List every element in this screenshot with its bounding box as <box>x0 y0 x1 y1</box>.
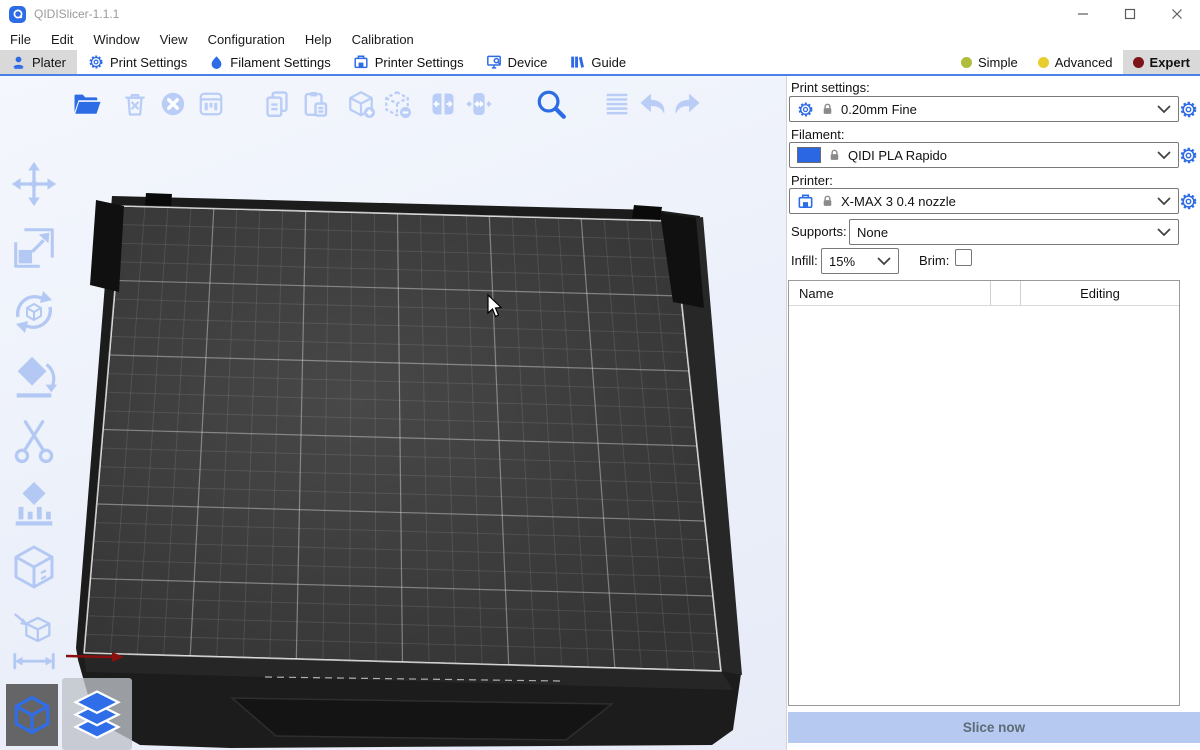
window-controls <box>1059 0 1200 28</box>
menu-calibration[interactable]: Calibration <box>342 32 424 47</box>
filament-label: Filament: <box>791 127 844 142</box>
printer-select[interactable]: X-MAX 3 0.4 nozzle <box>789 188 1179 214</box>
tab-printer-settings[interactable]: Printer Settings <box>342 50 475 74</box>
delete-all-icon[interactable] <box>157 85 189 123</box>
filament-select[interactable]: QIDI PLA Rapido <box>789 142 1179 168</box>
print-settings-select[interactable]: 0.20mm Fine <box>789 96 1179 122</box>
books-icon <box>569 54 585 70</box>
preview-view-button[interactable] <box>62 678 132 750</box>
menu-window[interactable]: Window <box>83 32 149 47</box>
undo-icon[interactable] <box>637 85 669 123</box>
print-settings-gear-icon[interactable] <box>1179 100 1198 119</box>
minimize-button[interactable] <box>1059 0 1106 28</box>
menu-file[interactable]: File <box>0 32 41 47</box>
3d-cube-icon <box>11 694 53 736</box>
mode-selector: Simple Advanced Expert <box>951 50 1200 74</box>
move-icon[interactable] <box>4 152 64 216</box>
gizmo-toolbar <box>3 152 65 682</box>
title-bar: QIDISlicer-1.1.1 <box>0 0 1200 28</box>
main-toolbar <box>68 83 703 125</box>
mode-simple[interactable]: Simple <box>951 50 1028 74</box>
filament-color-swatch <box>797 147 821 163</box>
device-monitor-icon <box>486 54 502 70</box>
maximize-button[interactable] <box>1106 0 1153 28</box>
lock-icon <box>821 102 834 116</box>
seam-painting-icon[interactable] <box>4 536 64 600</box>
tab-device[interactable]: Device <box>475 50 559 74</box>
redo-icon[interactable] <box>671 85 703 123</box>
lock-icon <box>821 194 834 208</box>
open-folder-icon[interactable] <box>71 85 103 123</box>
cut-icon[interactable] <box>4 408 64 472</box>
brim-checkbox[interactable] <box>955 249 972 266</box>
measure-icon[interactable] <box>4 600 64 682</box>
printer-label: Printer: <box>791 173 833 188</box>
remove-instance-icon[interactable] <box>381 85 413 123</box>
column-name: Name <box>789 281 991 305</box>
paste-icon[interactable] <box>299 85 331 123</box>
simple-dot-icon <box>961 57 972 68</box>
place-on-face-icon[interactable] <box>4 344 64 408</box>
chevron-down-icon <box>1157 197 1171 206</box>
variable-layer-height-icon[interactable] <box>601 85 633 123</box>
menu-view[interactable]: View <box>150 32 198 47</box>
advanced-dot-icon <box>1038 57 1049 68</box>
chevron-down-icon <box>1157 105 1171 114</box>
tab-bar: Plater Print Settings Filament Settings … <box>0 50 1200 76</box>
chevron-down-icon <box>1157 151 1171 160</box>
infill-select[interactable]: 15% <box>821 248 899 274</box>
add-instance-icon[interactable] <box>345 85 377 123</box>
viewport-3d[interactable] <box>0 76 786 750</box>
brim-label: Brim: <box>919 253 949 268</box>
column-editing: Editing <box>1021 281 1179 305</box>
chevron-down-icon <box>877 257 891 266</box>
supports-label: Supports: <box>791 224 847 239</box>
plater-bust-icon <box>11 55 26 70</box>
menu-bar: File Edit Window View Configuration Help… <box>0 28 1200 50</box>
expert-dot-icon <box>1133 57 1144 68</box>
column-mini <box>991 281 1021 305</box>
menu-help[interactable]: Help <box>295 32 342 47</box>
printer-icon <box>353 54 369 70</box>
object-list: Name Editing <box>788 280 1180 706</box>
gear-icon <box>88 54 104 70</box>
print-settings-label: Print settings: <box>791 80 870 95</box>
app-logo-icon <box>9 6 26 23</box>
printer-gear-icon[interactable] <box>1179 192 1198 211</box>
search-icon[interactable] <box>535 85 567 123</box>
menu-configuration[interactable]: Configuration <box>198 32 295 47</box>
arrange-icon[interactable] <box>195 85 227 123</box>
split-parts-icon[interactable] <box>463 85 495 123</box>
print-bed-scene <box>0 76 786 750</box>
supports-select[interactable]: None <box>849 219 1179 245</box>
tab-guide[interactable]: Guide <box>558 50 637 74</box>
tab-plater[interactable]: Plater <box>0 50 77 74</box>
layers-icon <box>70 687 124 741</box>
chevron-down-icon <box>1157 228 1171 237</box>
copy-icon[interactable] <box>261 85 293 123</box>
editor-view-button[interactable] <box>6 684 58 746</box>
scale-icon[interactable] <box>4 216 64 280</box>
settings-panel: Print settings: 0.20mm Fine Filament: QI… <box>786 76 1200 750</box>
printer-icon <box>797 193 814 210</box>
lock-icon <box>828 148 841 162</box>
slice-now-button[interactable]: Slice now <box>788 712 1200 743</box>
filament-gear-icon[interactable] <box>1179 146 1198 165</box>
paint-supports-icon[interactable] <box>4 472 64 536</box>
close-button[interactable] <box>1153 0 1200 28</box>
object-list-header: Name Editing <box>789 281 1179 306</box>
infill-label: Infill: <box>791 253 818 268</box>
mode-advanced[interactable]: Advanced <box>1028 50 1123 74</box>
split-objects-icon[interactable] <box>427 85 459 123</box>
rotate-icon[interactable] <box>4 280 64 344</box>
tab-print-settings[interactable]: Print Settings <box>77 50 198 74</box>
tab-filament-settings[interactable]: Filament Settings <box>198 50 341 74</box>
mode-expert[interactable]: Expert <box>1123 50 1200 74</box>
menu-edit[interactable]: Edit <box>41 32 83 47</box>
delete-icon[interactable] <box>119 85 151 123</box>
window-title: QIDISlicer-1.1.1 <box>34 7 119 21</box>
filament-droplet-icon <box>209 55 224 70</box>
gear-icon <box>797 101 814 118</box>
